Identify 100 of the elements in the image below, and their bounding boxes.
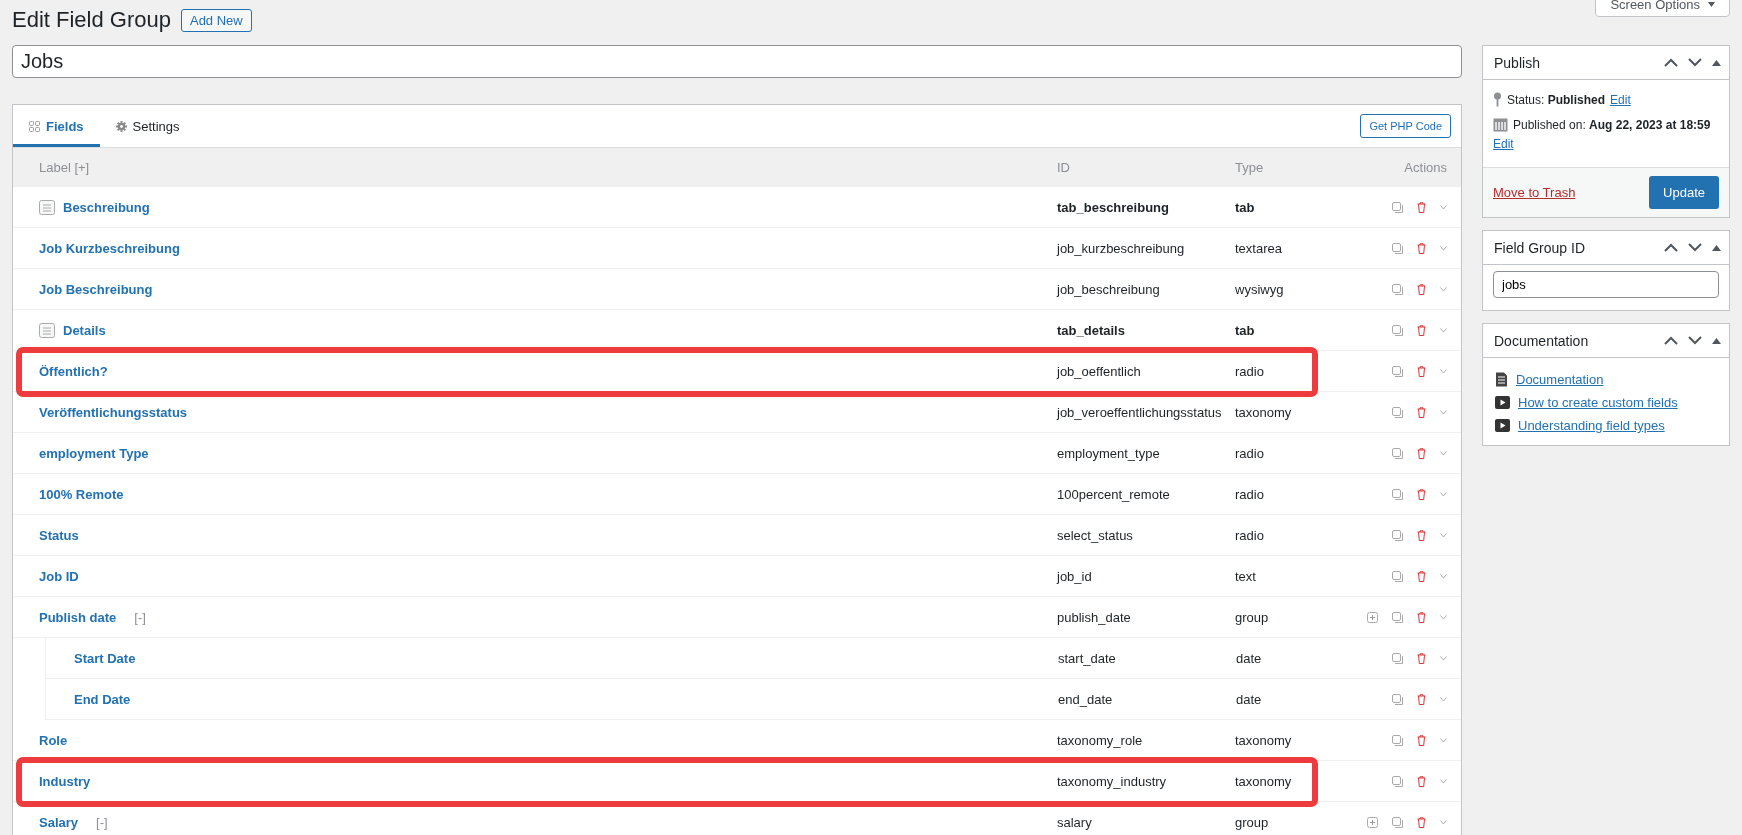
collapse-toggle[interactable]: [-]: [134, 609, 146, 625]
field-label-link[interactable]: Job Beschreibung: [39, 281, 153, 297]
field-type: wysiwyg: [1235, 281, 1285, 297]
delete-icon[interactable]: [1417, 734, 1426, 746]
expand-chevron-icon[interactable]: [1440, 286, 1447, 292]
edit-status-link[interactable]: Edit: [1610, 92, 1631, 107]
duplicate-icon[interactable]: [1392, 283, 1403, 295]
field-type: date: [1236, 650, 1263, 666]
delete-icon[interactable]: [1417, 570, 1426, 582]
field-id: 100percent_remote: [1057, 486, 1171, 502]
duplicate-icon[interactable]: [1392, 201, 1403, 213]
panel-title: Documentation: [1494, 332, 1589, 349]
field-label-link[interactable]: Role: [39, 732, 68, 748]
documentation-link[interactable]: Documentation: [1516, 372, 1604, 387]
delete-icon[interactable]: [1417, 365, 1426, 377]
duplicate-icon[interactable]: [1392, 693, 1403, 705]
delete-icon[interactable]: [1417, 283, 1426, 295]
duplicate-icon[interactable]: [1392, 365, 1403, 377]
field-label-link[interactable]: Job Kurzbeschreibung: [39, 240, 180, 256]
triangle-icon: [1712, 337, 1721, 344]
field-label-link[interactable]: employment Type: [39, 445, 149, 461]
duplicate-icon[interactable]: [1392, 488, 1403, 500]
update-button[interactable]: Update: [1649, 176, 1719, 209]
field-type: date: [1236, 691, 1263, 707]
field-id: end_date: [1058, 691, 1114, 707]
move-to-trash-link[interactable]: Move to Trash: [1493, 185, 1576, 200]
duplicate-icon[interactable]: [1392, 775, 1403, 787]
field-label-link[interactable]: Job ID: [39, 568, 79, 584]
delete-icon[interactable]: [1417, 406, 1426, 418]
documentation-link[interactable]: How to create custom fields: [1518, 395, 1678, 410]
expand-chevron-icon[interactable]: [1440, 819, 1447, 825]
field-label-link[interactable]: Industry: [39, 773, 91, 789]
chevron-down-icon: [1688, 58, 1702, 67]
field-label-link[interactable]: Start Date: [74, 650, 136, 666]
add-field-icon[interactable]: [1367, 816, 1378, 828]
field-label-link[interactable]: Publish date: [39, 609, 117, 625]
field-group-id-field[interactable]: jobs: [1493, 271, 1719, 298]
field-id: salary: [1057, 814, 1093, 830]
collapse-toggle[interactable]: [-]: [96, 814, 108, 830]
settings-icon: [115, 120, 127, 132]
duplicate-icon[interactable]: [1392, 611, 1403, 623]
delete-icon[interactable]: [1417, 652, 1426, 664]
field-type: textarea: [1235, 240, 1283, 256]
duplicate-icon[interactable]: [1392, 734, 1403, 746]
add-new-button[interactable]: Add New: [180, 8, 252, 32]
expand-chevron-icon[interactable]: [1440, 778, 1447, 784]
expand-chevron-icon[interactable]: [1440, 491, 1447, 497]
field-type: taxonomy: [1235, 773, 1293, 789]
expand-chevron-icon[interactable]: [1440, 450, 1447, 456]
field-label-link[interactable]: Öffentlich?: [39, 363, 108, 379]
play-icon: [1495, 419, 1510, 432]
documentation-link[interactable]: Understanding field types: [1518, 418, 1665, 433]
field-label-link[interactable]: 100% Remote: [39, 486, 124, 502]
duplicate-icon[interactable]: [1392, 324, 1403, 336]
expand-chevron-icon[interactable]: [1440, 573, 1447, 579]
expand-chevron-icon[interactable]: [1440, 532, 1447, 538]
delete-icon[interactable]: [1417, 611, 1426, 623]
expand-chevron-icon[interactable]: [1440, 409, 1447, 415]
field-label-link[interactable]: End Date: [74, 691, 131, 707]
expand-chevron-icon[interactable]: [1440, 737, 1447, 743]
delete-icon[interactable]: [1417, 693, 1426, 705]
field-label-link[interactable]: Beschreibung: [63, 199, 150, 215]
delete-icon[interactable]: [1417, 529, 1426, 541]
expand-chevron-icon[interactable]: [1440, 327, 1447, 333]
title-field[interactable]: Jobs: [12, 45, 1462, 78]
field-label-link[interactable]: Details: [63, 322, 106, 338]
delete-icon[interactable]: [1417, 447, 1426, 459]
tab-icon: [39, 322, 55, 338]
duplicate-icon[interactable]: [1392, 447, 1403, 459]
delete-icon[interactable]: [1417, 324, 1426, 336]
duplicate-icon[interactable]: [1392, 242, 1403, 254]
expand-chevron-icon[interactable]: [1440, 655, 1447, 661]
expand-chevron-icon[interactable]: [1440, 696, 1447, 702]
field-label-link[interactable]: Salary: [39, 814, 79, 830]
screen-options-button[interactable]: Screen Options: [1595, 0, 1730, 17]
delete-icon[interactable]: [1417, 488, 1426, 500]
expand-chevron-icon[interactable]: [1440, 204, 1447, 210]
duplicate-icon[interactable]: [1392, 816, 1403, 828]
duplicate-icon[interactable]: [1392, 652, 1403, 664]
tab-icon: [39, 199, 55, 215]
edit-date-link[interactable]: Edit: [1493, 137, 1719, 151]
duplicate-icon[interactable]: [1392, 406, 1403, 418]
calendar-icon: [1493, 117, 1508, 132]
expand-chevron-icon[interactable]: [1440, 245, 1447, 251]
tab[interactable]: Settings: [99, 108, 196, 147]
delete-icon[interactable]: [1417, 775, 1426, 787]
field-label-link[interactable]: Status: [39, 527, 79, 543]
duplicate-icon[interactable]: [1392, 570, 1403, 582]
delete-icon[interactable]: [1417, 201, 1426, 213]
field-type: tab: [1235, 199, 1256, 215]
delete-icon[interactable]: [1417, 242, 1426, 254]
duplicate-icon[interactable]: [1392, 529, 1403, 541]
field-type: taxonomy: [1235, 732, 1293, 748]
expand-chevron-icon[interactable]: [1440, 614, 1447, 620]
delete-icon[interactable]: [1417, 816, 1426, 828]
expand-chevron-icon[interactable]: [1440, 368, 1447, 374]
get-php-code-button[interactable]: Get PHP Code: [1360, 114, 1451, 138]
field-label-link[interactable]: Veröffentlichungsstatus: [39, 404, 188, 420]
add-field-icon[interactable]: [1367, 611, 1378, 623]
document-icon: [1495, 372, 1508, 387]
